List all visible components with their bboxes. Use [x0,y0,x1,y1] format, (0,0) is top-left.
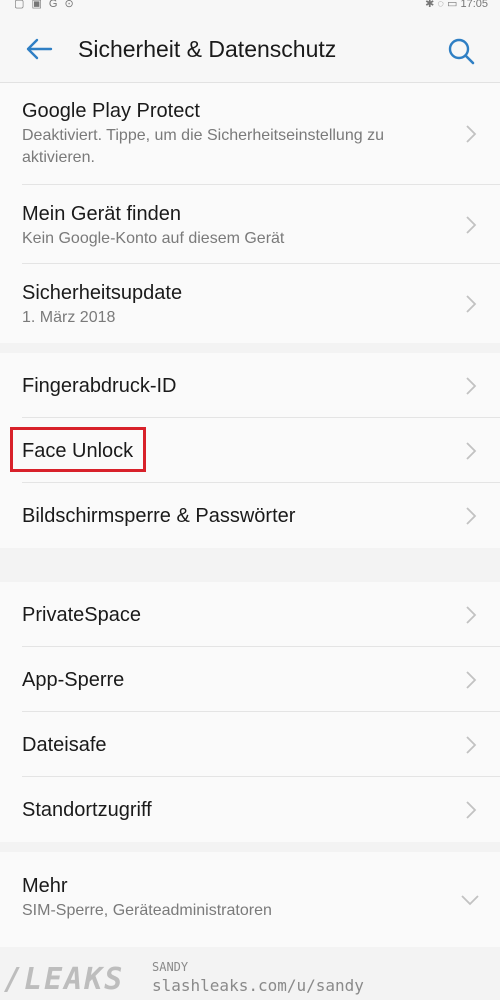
item-title: Dateisafe [22,734,107,756]
chevron-right-icon [466,670,477,689]
item-title: Google Play Protect [22,100,200,122]
list-item-app-sperre[interactable]: App-Sperre [0,647,500,712]
back-button[interactable] [22,32,56,66]
page-title: Sicherheit & Datenschutz [78,36,337,62]
arrow-left-icon [26,38,53,60]
watermark: /LEAKS SANDY slashleaks.com/u/sandy [0,960,500,1000]
status-icons-left: ▢ ▣ G ⊙ [14,0,76,10]
settings-group-more: Mehr SIM-Sperre, Geräteadministratoren [0,852,500,947]
list-item-standortzugriff[interactable]: Standortzugriff [0,777,500,842]
chevron-right-icon [466,506,477,525]
list-item-bildschirmsperre[interactable]: Bildschirmsperre & Passwörter [0,483,500,548]
item-title: Standortzugriff [22,799,152,821]
item-title: Mehr [22,875,68,897]
chevron-right-icon [466,376,477,395]
item-title: Mein Gerät finden [22,203,181,225]
chevron-right-icon [466,735,477,754]
item-title: PrivateSpace [22,604,141,626]
list-item-google-play-protect[interactable]: Google Play Protect Deaktiviert. Tippe, … [0,83,500,185]
chevron-right-icon [466,800,477,819]
search-icon [448,38,475,65]
highlight-box [10,427,146,472]
list-item-dateisafe[interactable]: Dateisafe [0,712,500,777]
item-subtitle: SIM-Sperre, Geräteadministratoren [22,902,272,919]
settings-group-security: Google Play Protect Deaktiviert. Tippe, … [0,83,500,343]
watermark-url: slashleaks.com/u/sandy [152,976,364,995]
chevron-right-icon [466,125,477,143]
item-title: Sicherheitsupdate [22,282,183,304]
list-item-mein-geraet-finden[interactable]: Mein Gerät finden Kein Google-Konto auf … [0,185,500,264]
list-item-privatespace[interactable]: PrivateSpace [0,582,500,647]
list-item-sicherheitsupdate[interactable]: Sicherheitsupdate 1. März 2018 [0,264,500,343]
item-subtitle: Kein Google-Konto auf diesem Gerät [22,230,285,247]
chevron-down-icon [461,894,479,905]
search-button[interactable] [444,34,478,68]
settings-group-privacy: PrivateSpace App-Sperre Dateisafe Stando… [0,582,500,842]
chevron-right-icon [466,215,477,234]
list-item-mehr[interactable]: Mehr SIM-Sperre, Geräteadministratoren [0,852,500,947]
item-title: Fingerabdruck-ID [22,375,177,397]
status-bar: ▢ ▣ G ⊙ ✱ ◌ ▭ 17:05 [0,0,500,12]
item-title: Bildschirmsperre & Passwörter [22,505,296,527]
item-title: App-Sperre [22,669,125,691]
chevron-right-icon [466,441,477,460]
item-subtitle: 1. März 2018 [22,309,116,326]
app-bar: Sicherheit & Datenschutz [0,12,500,83]
watermark-logo: /LEAKS [4,962,125,997]
watermark-handle: SANDY [152,960,189,974]
item-subtitle: Deaktiviert. Tippe, um die Sicherheitsei… [22,127,384,166]
list-item-fingerabdruck-id[interactable]: Fingerabdruck-ID [0,353,500,418]
chevron-right-icon [466,294,477,313]
chevron-right-icon [466,605,477,624]
status-clock: ✱ ◌ ▭ 17:05 [425,0,488,10]
